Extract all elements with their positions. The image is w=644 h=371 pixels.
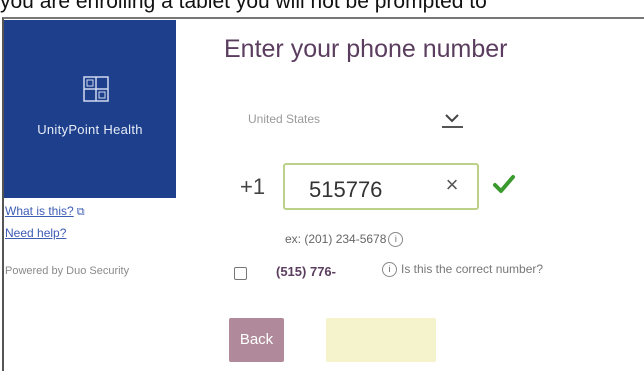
- checkmark-icon: [493, 175, 515, 193]
- external-link-icon: ⧉: [76, 206, 85, 218]
- document-caption: you are enrolling a tablet you will not …: [0, 0, 487, 13]
- phone-number-value: 515776: [309, 177, 383, 202]
- country-select[interactable]: United States: [248, 108, 473, 134]
- phone-number-input[interactable]: 515776 ×: [283, 163, 479, 210]
- page-title: Enter your phone number: [224, 35, 508, 63]
- info-icon[interactable]: i: [388, 232, 404, 248]
- example-text: ex: (201) 234-5678: [285, 232, 387, 246]
- select-underline: [442, 126, 463, 128]
- confirm-question: i Is this the correct number?: [382, 262, 544, 278]
- continue-button[interactable]: [326, 318, 436, 362]
- country-value: United States: [248, 112, 321, 126]
- clear-icon[interactable]: ×: [441, 174, 463, 196]
- back-button[interactable]: Back: [229, 318, 284, 362]
- brand-logo-panel: UnityPoint Health: [4, 20, 176, 198]
- what-is-this-link[interactable]: What is this? ⧉: [5, 204, 85, 219]
- phone-example-hint: ex: (201) 234-5678 i: [285, 232, 404, 248]
- what-is-this-label: What is this?: [5, 204, 74, 218]
- need-help-link[interactable]: Need help?: [5, 226, 66, 240]
- unitypoint-logo-icon: [83, 76, 109, 102]
- chevron-down-icon[interactable]: [442, 108, 462, 128]
- confirm-number-checkbox[interactable]: [234, 267, 247, 280]
- confirm-number-text: (515) 776-: [276, 264, 336, 279]
- brand-name: UnityPoint Health: [37, 122, 143, 137]
- info-icon[interactable]: i: [382, 262, 397, 278]
- powered-by-text: Powered by Duo Security: [5, 265, 130, 277]
- confirm-question-text: Is this the correct number?: [401, 262, 544, 276]
- dial-prefix: +1: [240, 174, 266, 199]
